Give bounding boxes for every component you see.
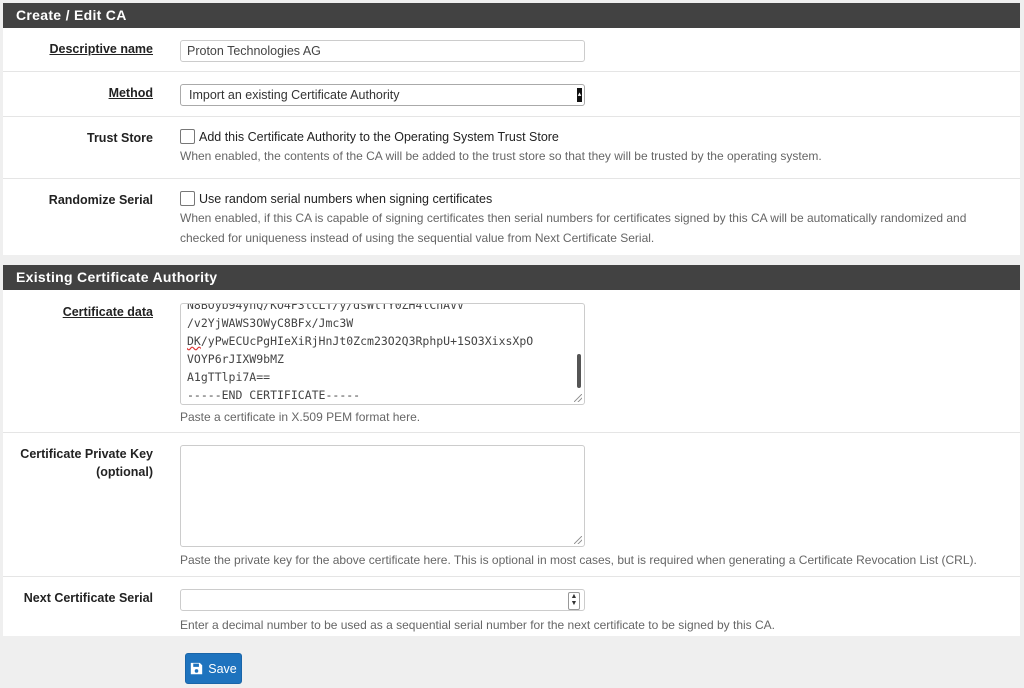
certificate-data-line: /v2YjWAWS3OWyC8BFx/Jmc3W xyxy=(187,316,354,330)
private-key-help: Paste the private key for the above cert… xyxy=(180,553,977,567)
existing-ca-panel: Existing Certificate Authority Certifica… xyxy=(3,265,1020,636)
method-select[interactable]: Import an existing Certificate Authority… xyxy=(180,84,585,106)
create-edit-ca-panel: Create / Edit CA Descriptive name Proton… xyxy=(3,3,1020,255)
randomize-serial-row: Randomize Serial Use random serial numbe… xyxy=(3,179,1020,257)
certificate-data-help: Paste a certificate in X.509 PEM format … xyxy=(180,410,421,424)
spinner-icon[interactable]: ▲ ▼ xyxy=(568,592,580,610)
next-serial-input[interactable]: ▲ ▼ xyxy=(180,589,585,611)
randomize-serial-checkbox-label[interactable]: Use random serial numbers when signing c… xyxy=(199,192,492,206)
next-serial-help: Enter a decimal number to be used as a s… xyxy=(180,618,775,632)
private-key-textarea[interactable] xyxy=(180,445,585,547)
private-key-label-line2: (optional) xyxy=(96,465,153,479)
randomize-serial-help: When enabled, if this CA is capable of s… xyxy=(180,211,967,245)
certificate-data-text: N8BOyb94ynQ/KO4F3lcLT/y/dsWlTY0ZH4lChAVV… xyxy=(181,303,539,404)
chevron-down-icon: ▴ xyxy=(577,88,582,102)
trust-store-checkbox[interactable] xyxy=(180,129,195,144)
descriptive-name-row: Descriptive name Proton Technologies AG xyxy=(3,28,1020,72)
descriptive-name-label: Descriptive name xyxy=(49,42,153,56)
private-key-row: Certificate Private Key (optional) Paste… xyxy=(3,433,1020,577)
certificate-data-line: -----END CERTIFICATE----- xyxy=(187,388,361,402)
panel-title: Create / Edit CA xyxy=(3,3,1020,28)
randomize-serial-label: Randomize Serial xyxy=(48,193,153,207)
certificate-data-label: Certificate data xyxy=(62,305,153,319)
trust-store-label: Trust Store xyxy=(87,131,153,145)
save-icon xyxy=(191,662,203,675)
certificate-data-line: N8BOyb94ynQ/KO4F3lcLT/y/dsWlTY0ZH4lChAVV xyxy=(187,303,464,312)
private-key-label: Certificate Private Key (optional) xyxy=(3,445,153,481)
trust-store-row: Trust Store Add this Certificate Authori… xyxy=(3,117,1020,179)
certificate-data-line: A1gTTlpi7A== xyxy=(187,370,271,384)
private-key-label-line1: Certificate Private Key xyxy=(20,447,153,461)
method-selected-value: Import an existing Certificate Authority xyxy=(189,88,400,102)
next-serial-row: Next Certificate Serial ▲ ▼ Enter a decim… xyxy=(3,577,1020,637)
certificate-data-line: VOYP6rJIXW9bMZ xyxy=(187,352,284,366)
method-row: Method Import an existing Certificate Au… xyxy=(3,72,1020,117)
method-label: Method xyxy=(108,86,153,100)
certificate-data-row: Certificate data N8BOyb94ynQ/KO4F3lcLT/y… xyxy=(3,290,1020,433)
resize-grip-icon[interactable] xyxy=(574,394,582,402)
certificate-data-line: DK/yPwECUcPgHIeXiRjHnJt0Zcm23O2Q3RphpU+1… xyxy=(187,334,534,348)
certificate-data-textarea[interactable]: N8BOyb94ynQ/KO4F3lcLT/y/dsWlTY0ZH4lChAVV… xyxy=(180,303,585,405)
save-button-label: Save xyxy=(208,661,237,676)
resize-grip-icon[interactable] xyxy=(574,536,582,544)
descriptive-name-input[interactable]: Proton Technologies AG xyxy=(180,40,585,62)
trust-store-help: When enabled, the contents of the CA wil… xyxy=(180,149,822,163)
randomize-serial-checkbox[interactable] xyxy=(180,191,195,206)
next-serial-label: Next Certificate Serial xyxy=(23,591,153,605)
trust-store-checkbox-label[interactable]: Add this Certificate Authority to the Op… xyxy=(199,130,559,144)
save-button[interactable]: Save xyxy=(185,653,242,684)
panel-title: Existing Certificate Authority xyxy=(3,265,1020,290)
scrollbar-thumb[interactable] xyxy=(577,354,581,388)
